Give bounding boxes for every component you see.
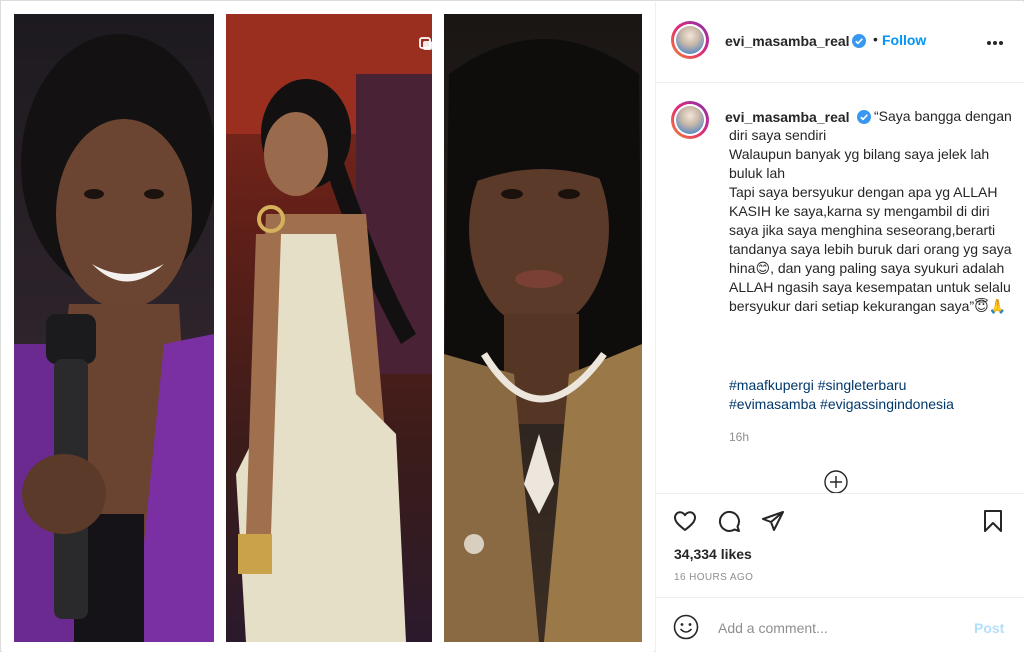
comment-icon[interactable]	[717, 509, 741, 533]
hashtag-line-2[interactable]: #evimasamba #evigassingindonesia	[729, 396, 954, 412]
post-actions: 34,334 likes 16 HOURS AGO Post	[656, 493, 1024, 653]
share-icon[interactable]	[761, 509, 785, 533]
plus-circle-icon[interactable]	[824, 470, 848, 493]
heart-icon[interactable]	[673, 509, 697, 533]
header-username[interactable]: evi_masamba_real	[725, 33, 850, 49]
caption-section: “Saya bangga dengan diri saya sendiri Wa…	[656, 83, 1024, 493]
post-timestamp: 16 HOURS AGO	[674, 572, 754, 583]
comment-input[interactable]	[716, 612, 960, 644]
caption-username[interactable]: evi_masamba_real	[725, 109, 852, 125]
hashtags: #maafkupergi #singleterbaru #evimasamba …	[729, 376, 1019, 414]
caption-line-2: Walaupun banyak yg bilang saya jelek lah…	[729, 146, 990, 181]
post-header: evi_masamba_real • Follow	[656, 2, 1024, 83]
comment-bar: Post	[656, 597, 1024, 654]
multiple-images-icon	[419, 37, 432, 50]
caption-time: 16h	[729, 430, 750, 444]
more-options-icon[interactable]	[986, 40, 1004, 46]
likes-count[interactable]: 34,334 likes	[674, 546, 752, 562]
post-button[interactable]: Post	[974, 620, 1004, 636]
post-sidebar: evi_masamba_real • Follow “Saya bangga d…	[655, 2, 1024, 652]
avatar[interactable]	[671, 21, 709, 59]
post-media[interactable]	[2, 2, 654, 652]
caption-avatar[interactable]	[671, 101, 709, 139]
caption-line-3: Tapi saya bersyukur dengan apa yg ALLAH …	[729, 184, 1012, 314]
emoji-icon[interactable]	[673, 614, 699, 640]
hashtag-line-1[interactable]: #maafkupergi #singleterbaru	[729, 377, 906, 393]
verified-badge-icon	[857, 110, 871, 124]
separator-dot: •	[873, 31, 878, 47]
photo-woman-white-dress	[226, 14, 432, 642]
photo-woman-snake-necklace	[444, 14, 642, 642]
follow-button[interactable]: Follow	[882, 32, 926, 48]
caption-text: “Saya bangga dengan diri saya sendiri Wa…	[729, 107, 1019, 316]
bookmark-icon[interactable]	[981, 509, 1005, 533]
post-dialog: evi_masamba_real • Follow “Saya bangga d…	[0, 0, 1024, 652]
verified-badge-icon	[852, 34, 866, 48]
photo-woman-with-microphone	[14, 14, 214, 642]
